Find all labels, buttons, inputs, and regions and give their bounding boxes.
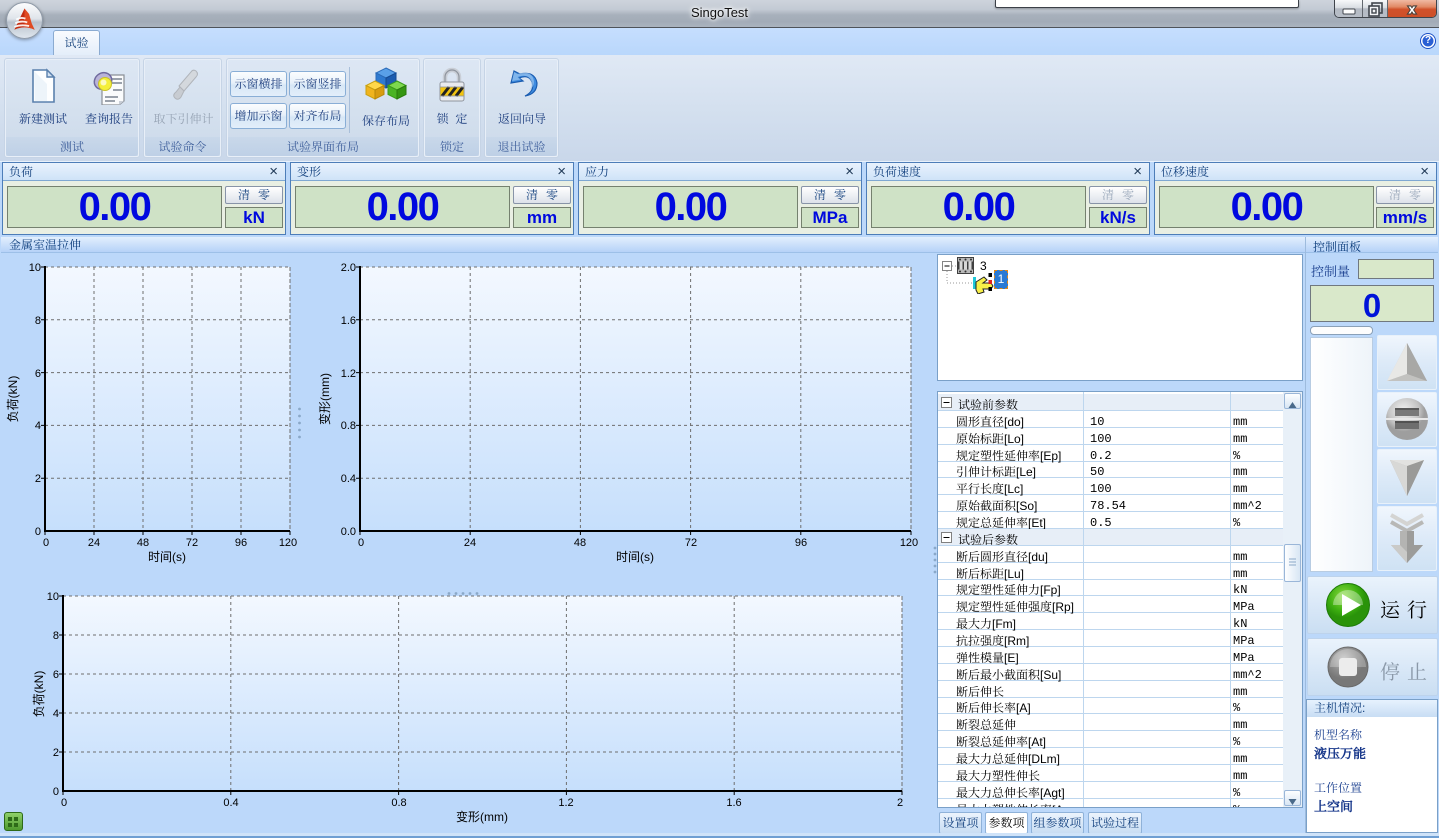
svg-text:2.0: 2.0 — [341, 262, 356, 274]
svg-text:负荷(kN): 负荷(kN) — [32, 671, 46, 718]
svg-text:0.8: 0.8 — [341, 420, 356, 432]
svg-text:0: 0 — [43, 537, 49, 549]
svg-text:变形(mm): 变形(mm) — [456, 809, 508, 824]
svg-text:0: 0 — [358, 537, 364, 549]
svg-text:0: 0 — [35, 526, 41, 538]
svg-text:4: 4 — [35, 420, 41, 432]
svg-text:0: 0 — [53, 786, 59, 798]
svg-text:x: x — [1408, 2, 1416, 17]
svg-text:96: 96 — [795, 537, 807, 549]
svg-text:2: 2 — [897, 797, 903, 809]
svg-text:10: 10 — [47, 591, 59, 603]
svg-text:72: 72 — [186, 537, 198, 549]
svg-text:1.6: 1.6 — [341, 315, 356, 327]
svg-text:6: 6 — [53, 669, 59, 681]
svg-text:2: 2 — [53, 747, 59, 759]
svg-text:0: 0 — [61, 797, 67, 809]
svg-text:2: 2 — [35, 473, 41, 485]
svg-text:24: 24 — [464, 537, 476, 549]
svg-text:96: 96 — [235, 537, 247, 549]
svg-text:1.6: 1.6 — [726, 797, 741, 809]
svg-text:时间(s): 时间(s) — [616, 550, 654, 564]
svg-text:120: 120 — [279, 537, 297, 549]
svg-text:4: 4 — [53, 708, 59, 720]
svg-text:负荷(kN): 负荷(kN) — [6, 376, 20, 423]
svg-text:24: 24 — [88, 537, 100, 549]
svg-text:8: 8 — [35, 315, 41, 327]
svg-text:0.8: 0.8 — [391, 797, 406, 809]
svg-text:48: 48 — [137, 537, 149, 549]
svg-text:72: 72 — [685, 537, 697, 549]
svg-text:变形(mm): 变形(mm) — [317, 373, 332, 425]
svg-text:0.4: 0.4 — [223, 797, 238, 809]
svg-text:1.2: 1.2 — [558, 797, 573, 809]
svg-text:6: 6 — [35, 368, 41, 380]
svg-text:3: 3 — [980, 259, 987, 273]
svg-text:10: 10 — [29, 262, 41, 274]
svg-text:0.0: 0.0 — [341, 526, 356, 538]
svg-text:48: 48 — [574, 537, 586, 549]
svg-text:0.4: 0.4 — [341, 473, 356, 485]
svg-text:1.2: 1.2 — [341, 368, 356, 380]
svg-text:时间(s): 时间(s) — [148, 550, 186, 564]
svg-text:120: 120 — [900, 537, 918, 549]
svg-text:8: 8 — [53, 630, 59, 642]
